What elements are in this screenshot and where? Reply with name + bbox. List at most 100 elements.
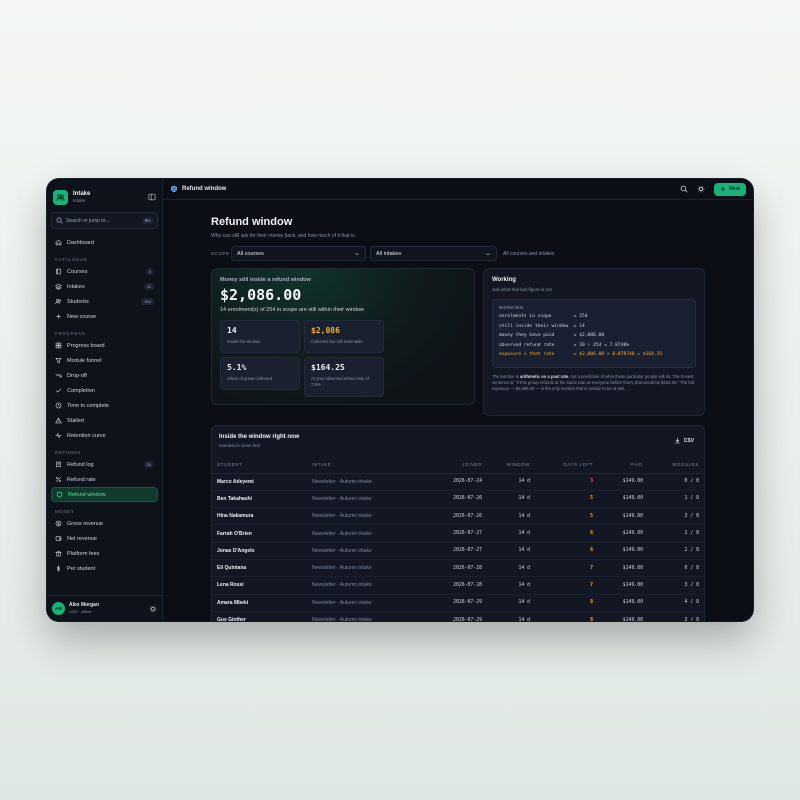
col-paid[interactable]: PAID: [598, 457, 648, 474]
sidebar-item-completion[interactable]: Completion: [51, 383, 158, 398]
stat-label: Collected but still returnable: [311, 339, 363, 344]
sidebar-item-label: Stalled: [67, 417, 84, 424]
working-subtitle: and what that last figure is not: [492, 287, 552, 292]
sidebar-item-label: Per student: [67, 565, 96, 572]
sidebar-item-net-revenue[interactable]: Net revenue: [51, 531, 158, 546]
col-days-left[interactable]: DAYS LEFT: [535, 457, 598, 474]
col-intake[interactable]: INTAKE: [307, 457, 417, 474]
user-profile[interactable]: AM Alex Morgan USD · offline: [47, 595, 162, 621]
sidebar-item-time-to-complete[interactable]: Time to complete: [51, 398, 158, 413]
nav-section-title: MONEY: [55, 509, 75, 514]
modules-progress: 0 / 8: [648, 559, 704, 578]
sidebar-item-label: Time to complete: [67, 402, 109, 409]
nav-section-title: REFUNDS: [55, 450, 81, 455]
working-title: Working: [492, 277, 516, 283]
table-row[interactable]: Hina Nakamura Newsletter · Autumn intake 2…: [212, 507, 704, 526]
working-code-block: WORKING enrolments in scope = 254 still …: [492, 299, 696, 368]
intake-name: Newsletter · Autumn intake: [307, 576, 417, 595]
alert-icon: [55, 417, 62, 424]
sidebar-item-platform-fees[interactable]: Platform fees: [51, 546, 158, 561]
window-length: 14 d: [487, 542, 535, 560]
modules-progress: 0 / 8: [648, 473, 704, 491]
search-icon[interactable]: [680, 185, 688, 193]
joined-date: 2026-07-26: [417, 490, 487, 509]
sidebar-item-label: Refund log: [67, 461, 94, 468]
paid-amount: $149.00: [598, 594, 648, 612]
days-left: 7: [535, 576, 598, 595]
course-select[interactable]: All courses: [231, 246, 366, 261]
days-left: 8: [535, 594, 598, 612]
intake-select[interactable]: All intakes: [370, 246, 497, 261]
sidebar-toggle-icon[interactable]: [148, 193, 156, 201]
stat-value: $164.25: [311, 363, 345, 372]
sidebar-item-refund-rate[interactable]: Refund rate: [51, 472, 158, 487]
days-left: 5: [535, 507, 598, 526]
joined-date: 2026-07-27: [417, 542, 487, 560]
csv-export-button[interactable]: CSV: [674, 437, 694, 444]
student-name: Lena Rossi: [212, 576, 307, 595]
intake-name: Newsletter · Autumn intake: [307, 473, 417, 491]
sidebar-item-progress-board[interactable]: Progress board: [51, 338, 158, 353]
new-button-label: New: [728, 186, 740, 192]
sidebar-item-label: Completion: [67, 387, 95, 394]
code-line: still inside their window = 14: [499, 323, 585, 329]
sidebar-item-retention-curve[interactable]: Retention curve: [51, 428, 158, 443]
joined-date: 2026-07-26: [417, 507, 487, 526]
exposure-value: $2,086.00: [220, 286, 302, 304]
student-name: Ben Takahashi: [212, 490, 307, 509]
check-icon: [56, 388, 62, 393]
sidebar-item-drop-off[interactable]: Drop-off: [51, 368, 158, 383]
modules-progress: 4 / 8: [648, 594, 704, 612]
sidebar-item-label: Platform fees: [67, 550, 100, 557]
sidebar-item-dashboard[interactable]: Dashboard: [51, 235, 158, 250]
topbar-title: Refund window: [182, 186, 227, 192]
sidebar-item-new-course[interactable]: New course: [51, 309, 158, 324]
table-row[interactable]: Lena Rossi Newsletter · Autumn intake 2026…: [212, 576, 704, 595]
student-name: Marco Adeyemi: [212, 473, 307, 491]
nav-section-title: CATALOGUE: [55, 257, 88, 262]
paid-amount: $149.00: [598, 542, 648, 560]
sidebar-item-refund-log[interactable]: Refund log 20: [51, 457, 158, 472]
intake-name: Newsletter · Autumn intake: [307, 611, 417, 621]
table-row[interactable]: Eli Quintana Newsletter · Autumn intake 20…: [212, 559, 704, 578]
brand-logo-icon: [53, 189, 68, 205]
intake-name: Newsletter · Autumn intake: [307, 542, 417, 560]
working-card: Working and what that last figure is not…: [483, 268, 705, 416]
plus-icon: [56, 314, 61, 319]
pulse-icon: [55, 432, 62, 439]
table-row[interactable]: Marco Adeyemi Newsletter · Autumn intake 2…: [212, 473, 704, 491]
table-header-row: STUDENT INTAKE JOINED WINDOW DAYS LEFT P…: [212, 457, 704, 474]
sidebar-item-courses[interactable]: Courses 5: [51, 264, 158, 279]
sidebar-item-module-funnel[interactable]: Module funnel: [51, 353, 158, 368]
footnote-text: The last line is: [492, 374, 520, 379]
download-icon: [674, 438, 680, 444]
footnote-emphasis: arithmetic on a past rate: [519, 374, 569, 379]
sidebar-item-per-student[interactable]: Per student: [51, 561, 158, 576]
table-row[interactable]: Farrah O'Brien Newsletter · Autumn intake…: [212, 524, 704, 543]
table-row[interactable]: Ben Takahashi Newsletter · Autumn intake 2…: [212, 490, 704, 509]
col-joined[interactable]: JOINED: [417, 457, 487, 474]
col-student[interactable]: STUDENT: [212, 457, 307, 474]
window-length: 14 d: [487, 490, 535, 509]
sidebar-item-students[interactable]: Students 254: [51, 294, 158, 309]
sidebar-item-intakes[interactable]: Intakes 11: [51, 279, 158, 294]
stat-returnable: $2,086 Collected but still returnable: [304, 320, 384, 353]
sidebar-item-label: Gross revenue: [67, 520, 104, 527]
sidebar-item-refund-window[interactable]: Refund window: [51, 487, 158, 502]
table-row[interactable]: Jonas D'Angelo Newsletter · Autumn intake…: [212, 542, 704, 560]
table-row[interactable]: Amara Mbeki Newsletter · Autumn intake 202…: [212, 594, 704, 612]
sidebar-item-gross-revenue[interactable]: Gross revenue: [51, 516, 158, 531]
col-modules[interactable]: MODULES: [648, 457, 704, 474]
new-button[interactable]: New: [713, 182, 746, 196]
table-subtitle: soonest to close first: [219, 443, 261, 448]
table-row[interactable]: Gus Ginther Newsletter · Autumn intake 202…: [212, 611, 704, 621]
stat-label: At your observed refund rate of 7.9%: [311, 376, 369, 387]
theme-toggle-icon[interactable]: [149, 605, 157, 613]
chevron-down-icon: [355, 252, 359, 255]
page-title: Refund window: [211, 216, 293, 228]
sidebar-item-stalled[interactable]: Stalled: [51, 413, 158, 428]
sun-icon[interactable]: [697, 185, 705, 193]
search-input[interactable]: Search or jump to... ⌘K: [51, 212, 158, 229]
col-window[interactable]: WINDOW: [487, 457, 535, 474]
user-name: Alex Morgan: [69, 602, 100, 608]
